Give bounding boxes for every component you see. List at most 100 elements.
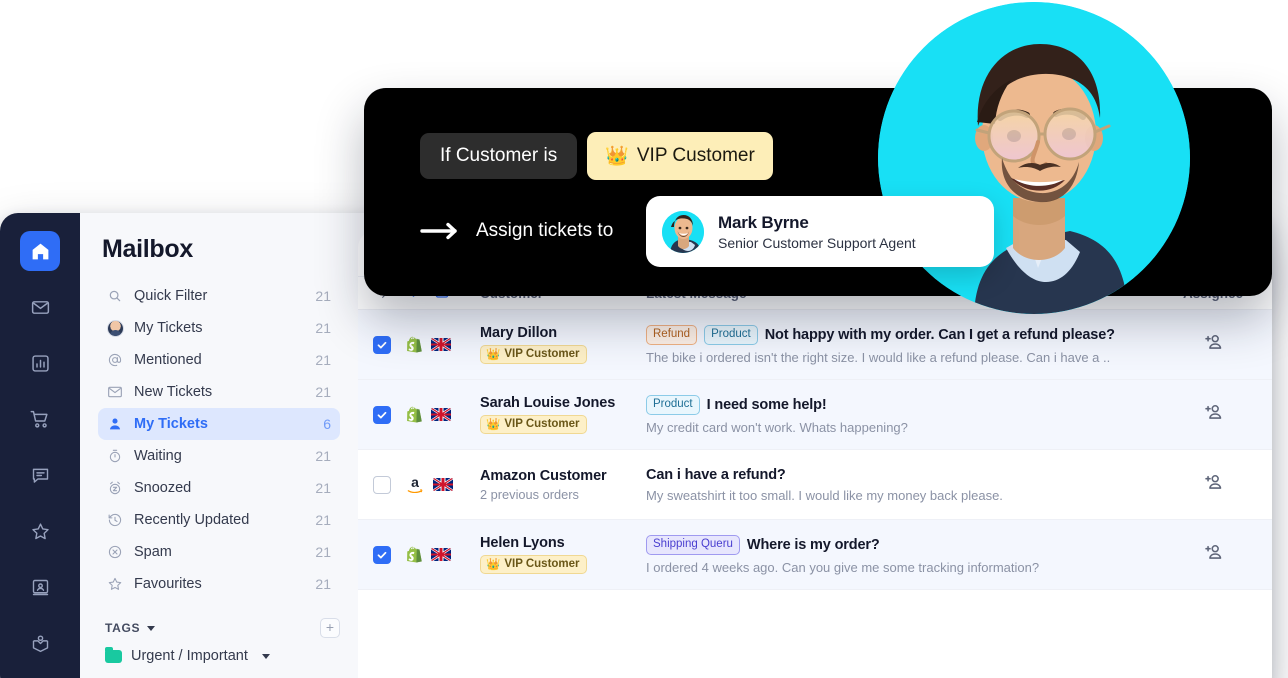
row-assignee-cell[interactable] [1154,541,1272,568]
row-checkbox-cell [358,545,406,564]
inbox-tray-icon[interactable] [20,623,60,663]
agent-role: Senior Customer Support Agent [718,234,916,251]
sidebar-item-waiting[interactable]: Waiting 21 [98,440,340,472]
add-assignee-icon[interactable] [1202,331,1224,358]
chevron-down-icon[interactable] [261,653,270,659]
table-row[interactable]: a Amazon Customer 2 previous orders Can … [358,450,1272,520]
mail-icon[interactable] [20,287,60,327]
tag-item-urgent-important[interactable]: Urgent / Important [105,646,340,664]
customer-name: Mary Dillon [480,325,558,341]
customer-subtitle: 2 previous orders [480,486,579,502]
agent-portrait-illustration [878,2,1190,314]
arrow-right-icon [420,222,464,240]
add-assignee-icon[interactable] [1202,471,1224,498]
row-assignee-cell[interactable] [1154,471,1272,498]
customer-name: Amazon Customer [480,467,607,484]
sidebar-item-label: Snoozed [134,480,192,496]
table-row[interactable]: Sarah Louise Jones 👑 VIP Customer Product… [358,380,1272,450]
timer-icon [105,448,125,464]
screenshot-root: Mailbox Quick Filter 21 My Tickets 21 Me… [0,0,1288,678]
row-message-cell: Product I need some help! My credit card… [646,394,1154,435]
amazon-icon: a [406,475,424,493]
row-customer-cell: Helen Lyons 👑 VIP Customer [480,535,646,574]
star-icon[interactable] [20,511,60,551]
sidebar-item-label: Waiting [134,448,182,464]
spam-icon [105,544,125,560]
condition-value-pill[interactable]: 👑 VIP Customer [587,132,773,180]
rule-action-row: Assign tickets to [420,220,613,242]
search-icon [105,289,125,303]
add-tag-button[interactable]: + [320,618,340,638]
row-checkbox[interactable] [373,335,391,354]
message-title: Where is my order? [746,536,880,553]
sidebar-item-favourites[interactable]: Favourites 21 [98,568,340,600]
app-icon-rail [0,213,80,678]
assigned-agent-card[interactable]: Mark Byrne Senior Customer Support Agent [646,196,994,267]
condition-value-label: VIP Customer [636,145,755,166]
tag-chip: Shipping Queru [646,534,740,555]
sidebar-item-my-tickets-active[interactable]: My Tickets 6 [98,408,340,440]
home-icon[interactable] [20,231,60,271]
add-assignee-icon[interactable] [1202,541,1224,568]
tags-section-header[interactable]: TAGS + [105,618,340,638]
uk-flag-icon [433,478,453,491]
row-checkbox[interactable] [373,545,391,564]
shopify-icon [406,336,422,354]
row-customer-cell: Mary Dillon 👑 VIP Customer [480,325,646,364]
crown-icon: 👑 [486,349,501,361]
row-checkbox[interactable] [373,405,391,424]
crown-icon: 👑 [605,146,629,167]
tag-label: Urgent / Important [131,648,248,664]
row-assignee-cell[interactable] [1154,331,1272,358]
uk-flag-icon [431,338,451,351]
uk-flag-icon [431,548,451,561]
envelope-icon [105,384,125,400]
row-checkbox-cell [358,335,406,354]
uk-flag-icon [431,408,451,421]
sidebar-item-label: My Tickets [134,320,203,336]
message-preview: I ordered 4 weeks ago. Can you give me s… [646,559,1040,575]
sidebar-item-new-tickets[interactable]: New Tickets 21 [98,376,340,408]
sidebar-item-label: My Tickets [134,416,208,432]
row-checkbox-cell [358,405,406,424]
row-source-cell [406,336,480,354]
agent-name: Mark Byrne [718,212,809,232]
sidebar-item-quick-filter[interactable]: Quick Filter 21 [98,280,340,312]
table-row[interactable]: Mary Dillon 👑 VIP Customer Refund Product… [358,310,1272,380]
table-row[interactable]: Helen Lyons 👑 VIP Customer Shipping Queru… [358,520,1272,590]
chart-icon[interactable] [20,343,60,383]
sidebar-item-count: 21 [315,448,331,464]
contact-card-icon[interactable] [20,567,60,607]
sidebar-item-label: Mentioned [134,352,202,368]
agent-avatar-illustration [662,210,704,253]
row-customer-cell: Sarah Louise Jones 👑 VIP Customer [480,395,646,434]
sidebar-item-spam[interactable]: Spam 21 [98,536,340,568]
sidebar-item-label: New Tickets [134,384,213,400]
sidebar-item-recently-updated[interactable]: Recently Updated 21 [98,504,340,536]
chat-icon[interactable] [20,455,60,495]
sidebar-item-snoozed[interactable]: Snoozed 21 [98,472,340,504]
sidebar-item-label: Recently Updated [134,512,250,528]
row-checkbox[interactable] [373,475,391,494]
sidebar-item-my-tickets[interactable]: My Tickets 21 [98,312,340,344]
sidebar-item-count: 21 [315,480,331,496]
row-assignee-cell[interactable] [1154,401,1272,428]
row-message-cell: Refund Product Not happy with my order. … [646,324,1154,365]
sidebar-item-count: 21 [315,512,331,528]
cart-icon[interactable] [20,399,60,439]
shopify-icon [406,406,422,424]
tag-chip: Product [704,324,758,345]
history-icon [105,512,125,528]
sidebar-item-count: 6 [323,416,331,432]
sidebar-item-count: 21 [315,544,331,560]
star-outline-icon [105,576,125,592]
message-title: Can i have a refund? [646,466,786,483]
avatar [662,210,704,253]
sidebar-item-count: 21 [315,576,331,592]
add-assignee-icon[interactable] [1202,401,1224,428]
message-preview: My credit card won't work. Whats happeni… [646,419,908,435]
vip-badge: 👑 VIP Customer [480,555,587,574]
sidebar-item-mentioned[interactable]: Mentioned 21 [98,344,340,376]
row-source-cell: a [406,475,480,493]
row-source-cell [406,546,480,564]
